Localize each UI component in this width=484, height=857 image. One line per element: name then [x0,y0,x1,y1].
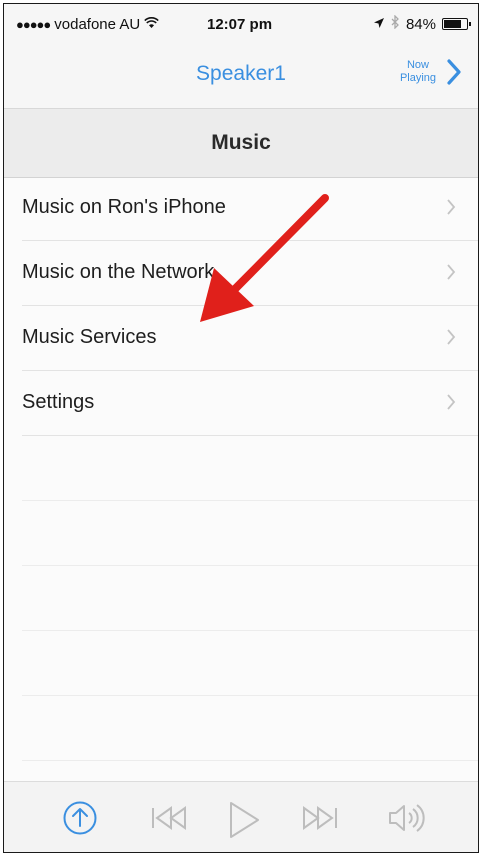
menu-item-label: Settings [22,391,95,413]
empty-row [22,501,478,566]
now-playing-button[interactable]: Now Playing [392,58,462,86]
status-bar: ●●●●● vodafone AU 12:07 pm 84% [4,4,478,44]
menu-item-settings[interactable]: Settings [22,371,478,436]
phone-screen: ●●●●● vodafone AU 12:07 pm 84% Speaker1 … [3,3,479,853]
signal-strength-icon: ●●●●● [16,17,51,32]
playback-toolbar [4,781,478,852]
carrier-group: ●●●●● vodafone AU [16,16,159,33]
empty-row [22,631,478,696]
battery-icon [442,18,471,30]
music-menu-list: Music on Ron's iPhone Music on the Netwo… [4,176,478,761]
battery-percent: 84% [405,15,436,33]
wifi-icon [144,16,159,33]
chevron-right-icon [447,264,456,280]
empty-row [22,436,478,501]
menu-item-music-services[interactable]: Music Services [22,306,478,371]
menu-item-music-on-iphone[interactable]: Music on Ron's iPhone [22,176,478,241]
menu-item-label: Music on the Network [22,261,215,283]
section-header: Music [4,108,478,178]
section-title: Music [211,131,271,154]
chevron-right-icon [447,329,456,345]
menu-item-label: Music Services [22,326,157,348]
chevron-right-icon [447,59,461,85]
now-playing-label: Now Playing [399,59,437,84]
chevron-right-icon [447,394,456,410]
previous-icon[interactable] [149,800,189,841]
status-right-group: 84% [373,14,471,33]
next-icon[interactable] [300,800,340,841]
menu-item-label: Music on Ron's iPhone [22,196,226,218]
status-time: 12:07 pm [207,16,273,33]
carrier-name: vodafone AU [54,16,141,33]
play-icon[interactable] [226,800,262,845]
empty-row [22,696,478,761]
menu-item-music-on-network[interactable]: Music on the Network [22,241,478,306]
empty-row [22,566,478,631]
location-arrow-icon [373,16,385,33]
bluetooth-icon [391,14,400,33]
navigation-bar: Speaker1 Now Playing [4,44,478,108]
chevron-right-icon [447,199,456,215]
upload-icon[interactable] [62,800,98,841]
volume-icon[interactable] [386,800,430,841]
